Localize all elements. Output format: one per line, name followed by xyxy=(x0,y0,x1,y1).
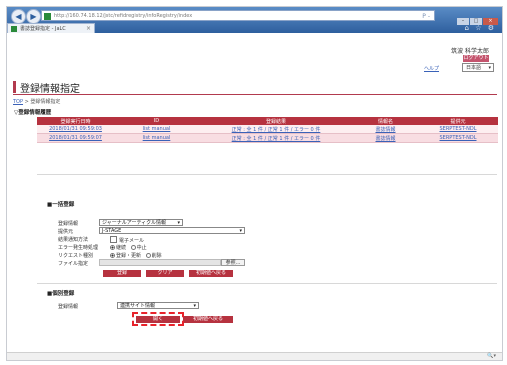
help-link[interactable]: ヘルプ xyxy=(424,65,439,72)
chevron-down-icon: ▾ xyxy=(193,303,196,309)
language-select[interactable]: 日本語 ▾ xyxy=(462,63,494,72)
reset-button[interactable]: 初期値へ戻る xyxy=(189,270,233,277)
browser-tab[interactable]: 書誌登録指定 - JaLC × xyxy=(7,23,95,33)
history-id-link[interactable]: list manual xyxy=(114,133,199,143)
bulk-heading: ■一括登録 xyxy=(47,202,75,208)
title-divider xyxy=(13,94,497,95)
column-header: 提供元 xyxy=(418,117,498,125)
table-row: 2018/01/31 09:59:03 list manual 正常 : 全 1… xyxy=(37,125,498,134)
toolbar-icons: ⌂ ☆ ⚙ xyxy=(465,24,496,32)
history-header-row: 登録実行日時 ID 登録結果 情報名 提供元 xyxy=(37,117,498,125)
clear-button[interactable]: クリア xyxy=(146,270,184,277)
bulk-info-value: ジャーナルアーティクル情報 xyxy=(102,220,167,226)
error-stop-label: 中止 xyxy=(136,245,147,251)
chevron-down-icon: ▾ xyxy=(488,65,491,71)
single-info-value: 連携サイト情報 xyxy=(120,303,156,309)
breadcrumb-current: > 登録情報指定 xyxy=(23,99,61,105)
single-reset-button[interactable]: 初期値へ戻る xyxy=(183,316,233,323)
column-header: 登録実行日時 xyxy=(37,117,114,125)
address-search-icon[interactable]: P - xyxy=(422,11,430,22)
chevron-down-icon: ▾ xyxy=(177,220,180,226)
history-date-link[interactable]: 2018/01/31 09:59:03 xyxy=(37,125,114,134)
error-continue-radio[interactable] xyxy=(110,245,115,250)
history-id-link[interactable]: list manual xyxy=(114,125,199,134)
history-info-link[interactable]: 書誌情報 xyxy=(353,125,418,134)
section-divider xyxy=(37,174,497,175)
tab-close-icon[interactable]: × xyxy=(86,24,91,34)
history-provider-link[interactable]: SERPTEST-NDL xyxy=(418,125,498,134)
history-date-link[interactable]: 2018/01/31 09:59:07 xyxy=(37,133,114,143)
tab-favicon-icon xyxy=(11,26,17,32)
bulk-error-label: エラー発生時処理 xyxy=(58,245,99,251)
column-header: ID xyxy=(114,117,199,125)
error-stop-radio[interactable] xyxy=(130,245,136,250)
browse-button[interactable]: 参照... xyxy=(221,259,245,266)
bulk-request-options: 登録・更新 削除 xyxy=(110,252,162,259)
tab-title: 書誌登録指定 - JaLC xyxy=(20,26,66,32)
table-row: 2018/01/31 09:59:07 list manual 正常 : 全 1… xyxy=(37,133,498,143)
forward-arrow-icon[interactable]: ▶ xyxy=(26,9,41,24)
bulk-notify-option[interactable]: 電子メール xyxy=(110,236,144,244)
star-icon[interactable]: ☆ xyxy=(475,24,483,32)
history-result-link[interactable]: 正常 : 全 1 件 / 正常 1 件 / エラー 0 件 xyxy=(199,125,353,134)
bulk-notify-label: 結果通知方法 xyxy=(58,237,89,243)
history-info-link[interactable]: 書誌情報 xyxy=(353,133,418,143)
home-icon[interactable]: ⌂ xyxy=(465,24,471,32)
history-heading: ▽登録情報履歴 xyxy=(14,110,52,116)
history-provider-link[interactable]: SERPTEST-NDL xyxy=(418,133,498,143)
chevron-down-icon: ▾ xyxy=(239,228,242,234)
status-bar: 🔍▾ xyxy=(7,352,502,360)
logout-button[interactable]: ログアウト xyxy=(463,55,489,62)
section-divider xyxy=(37,283,497,284)
file-path-field[interactable] xyxy=(99,259,221,266)
bulk-info-label: 登録情報 xyxy=(58,221,79,227)
column-header: 登録結果 xyxy=(199,117,353,125)
bulk-info-select[interactable]: ジャーナルアーティクル情報 ▾ xyxy=(99,219,183,226)
register-button[interactable]: 登録 xyxy=(103,270,141,277)
request-register-radio[interactable] xyxy=(110,253,115,258)
zoom-control[interactable]: 🔍▾ xyxy=(487,353,496,360)
history-result-link[interactable]: 正常 : 全 1 件 / 正常 1 件 / エラー 0 件 xyxy=(199,133,353,143)
bulk-error-options: 継続 中止 xyxy=(110,244,147,251)
bulk-request-label: リクエスト種別 xyxy=(58,253,94,259)
single-info-select[interactable]: 連携サイト情報 ▾ xyxy=(117,302,199,309)
site-favicon-icon xyxy=(44,13,51,20)
browser-toolbar: ◀ ▶ http://160.74.18.12/jstc/refidregist… xyxy=(7,7,502,33)
page-title: 登録情報指定 xyxy=(20,84,80,95)
language-value: 日本語 xyxy=(466,65,482,71)
title-accent xyxy=(13,81,16,93)
user-name: 筑波 科学太郎 xyxy=(451,48,489,55)
error-continue-label: 継続 xyxy=(116,245,127,251)
gear-icon[interactable]: ⚙ xyxy=(488,24,496,32)
history-table: 登録実行日時 ID 登録結果 情報名 提供元 2018/01/31 09:59:… xyxy=(37,117,498,143)
request-delete-radio[interactable] xyxy=(145,253,151,258)
browser-window: ◀ ▶ http://160.74.18.12/jstc/refidregist… xyxy=(6,6,503,361)
back-arrow-icon[interactable]: ◀ xyxy=(11,9,26,24)
bulk-provider-value: J-STAGE xyxy=(102,228,122,234)
bulk-provider-label: 提供元 xyxy=(58,229,74,235)
breadcrumb-top-link[interactable]: TOP xyxy=(13,99,23,105)
bulk-file-label: ファイル指定 xyxy=(58,261,89,267)
window-controls: – □ × xyxy=(456,7,498,25)
notify-checkbox[interactable] xyxy=(110,236,117,243)
column-header: 情報名 xyxy=(353,117,418,125)
breadcrumb: TOP > 登録情報指定 xyxy=(13,98,60,105)
single-heading: ■個別登録 xyxy=(47,291,75,297)
bulk-provider-select[interactable]: J-STAGE ▾ xyxy=(99,227,245,234)
highlight-frame xyxy=(132,312,184,326)
single-info-label: 登録情報 xyxy=(58,304,79,310)
address-url: http://160.74.18.12/jstc/refidregistry/i… xyxy=(54,13,193,19)
address-bar[interactable]: http://160.74.18.12/jstc/refidregistry/i… xyxy=(41,10,435,21)
